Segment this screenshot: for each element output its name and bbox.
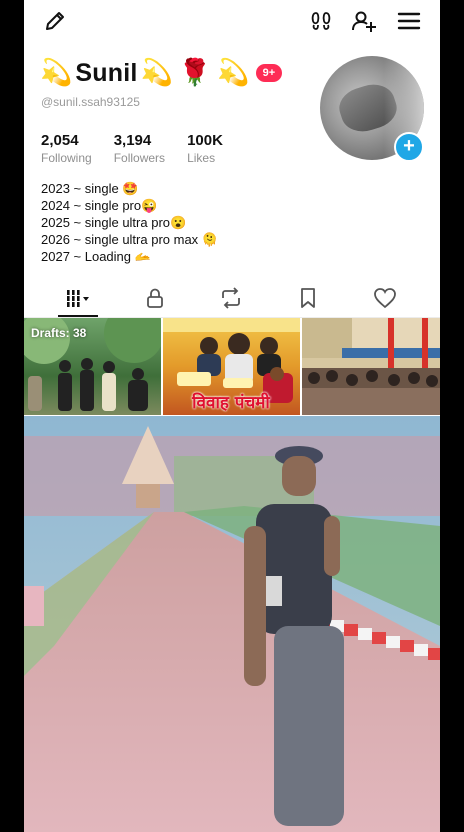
tab-reposts[interactable] [201, 283, 261, 313]
dizzy-emoji: 💫 [140, 58, 173, 88]
add-friend-icon[interactable] [351, 8, 377, 34]
stat-value: 2,054 [41, 132, 79, 149]
dizzy-emoji: 💫 [40, 58, 73, 88]
top-bar [24, 0, 440, 42]
stat-value: 3,194 [113, 132, 152, 149]
profile-stats: 2,054 Following 3,194 Followers 100K Lik… [41, 132, 245, 166]
video-thumbnail[interactable]: विवाह पंचमी [163, 318, 300, 415]
profile-handle: @sunil.ssah93125 [41, 95, 140, 109]
video-grid: Drafts: 38 विवाह पंचमी [24, 318, 440, 415]
tab-videos[interactable] [48, 283, 108, 313]
profile-screen: 💫 Sunil 💫 🌹 💫 9+ @sunil.ssah93125 + 2,05… [24, 0, 440, 832]
edit-pencil-icon[interactable] [42, 8, 68, 34]
bio-line: 2026 ~ single ultra pro max 🫠 [41, 232, 218, 247]
bookmark-icon [301, 288, 315, 308]
profile-name-row: 💫 Sunil 💫 🌹 💫 9+ [40, 54, 283, 92]
tab-favorites[interactable] [278, 283, 338, 313]
avatar-wrap: + [320, 56, 424, 162]
add-story-plus-icon[interactable]: + [394, 132, 424, 162]
footprints-icon[interactable] [308, 8, 334, 34]
profile-tabs [24, 283, 440, 317]
repost-icon [222, 287, 240, 309]
videos-grid-icon [67, 290, 89, 307]
heart-icon [374, 288, 396, 309]
drafts-thumbnail[interactable]: Drafts: 38 [24, 318, 161, 415]
stat-label: Followers [113, 151, 166, 165]
rose-emoji: 🌹 [178, 58, 212, 88]
video-thumbnail[interactable] [302, 318, 440, 415]
profile-bio: 2023 ~ single 🤩 2024 ~ single pro😜 2025 … [41, 180, 218, 265]
thumbnail-title: विवाह पंचमी [192, 393, 270, 413]
lock-icon [147, 288, 163, 308]
bio-line: 2027 ~ Loading 🫴 [41, 249, 151, 264]
stat-value: 100K [187, 132, 223, 149]
stat-following[interactable]: 2,054 Following [41, 132, 92, 166]
stat-label: Likes [187, 151, 216, 165]
stat-followers[interactable]: 3,194 Followers [114, 132, 165, 166]
featured-video[interactable] [24, 416, 440, 832]
profile-name: Sunil [75, 58, 138, 87]
tab-private[interactable] [125, 283, 185, 313]
stat-label: Following [41, 151, 92, 165]
menu-icon[interactable] [396, 8, 422, 34]
bio-line: 2024 ~ single pro😜 [41, 198, 158, 213]
notification-badge[interactable]: 9+ [255, 64, 283, 82]
dizzy-emoji: 💫 [217, 58, 250, 88]
bio-line: 2023 ~ single 🤩 [41, 181, 139, 196]
bio-line: 2025 ~ single ultra pro😮 [41, 215, 187, 230]
drafts-label: Drafts: 38 [31, 326, 87, 340]
stat-likes[interactable]: 100K Likes [187, 132, 223, 166]
tab-liked[interactable] [355, 283, 415, 313]
